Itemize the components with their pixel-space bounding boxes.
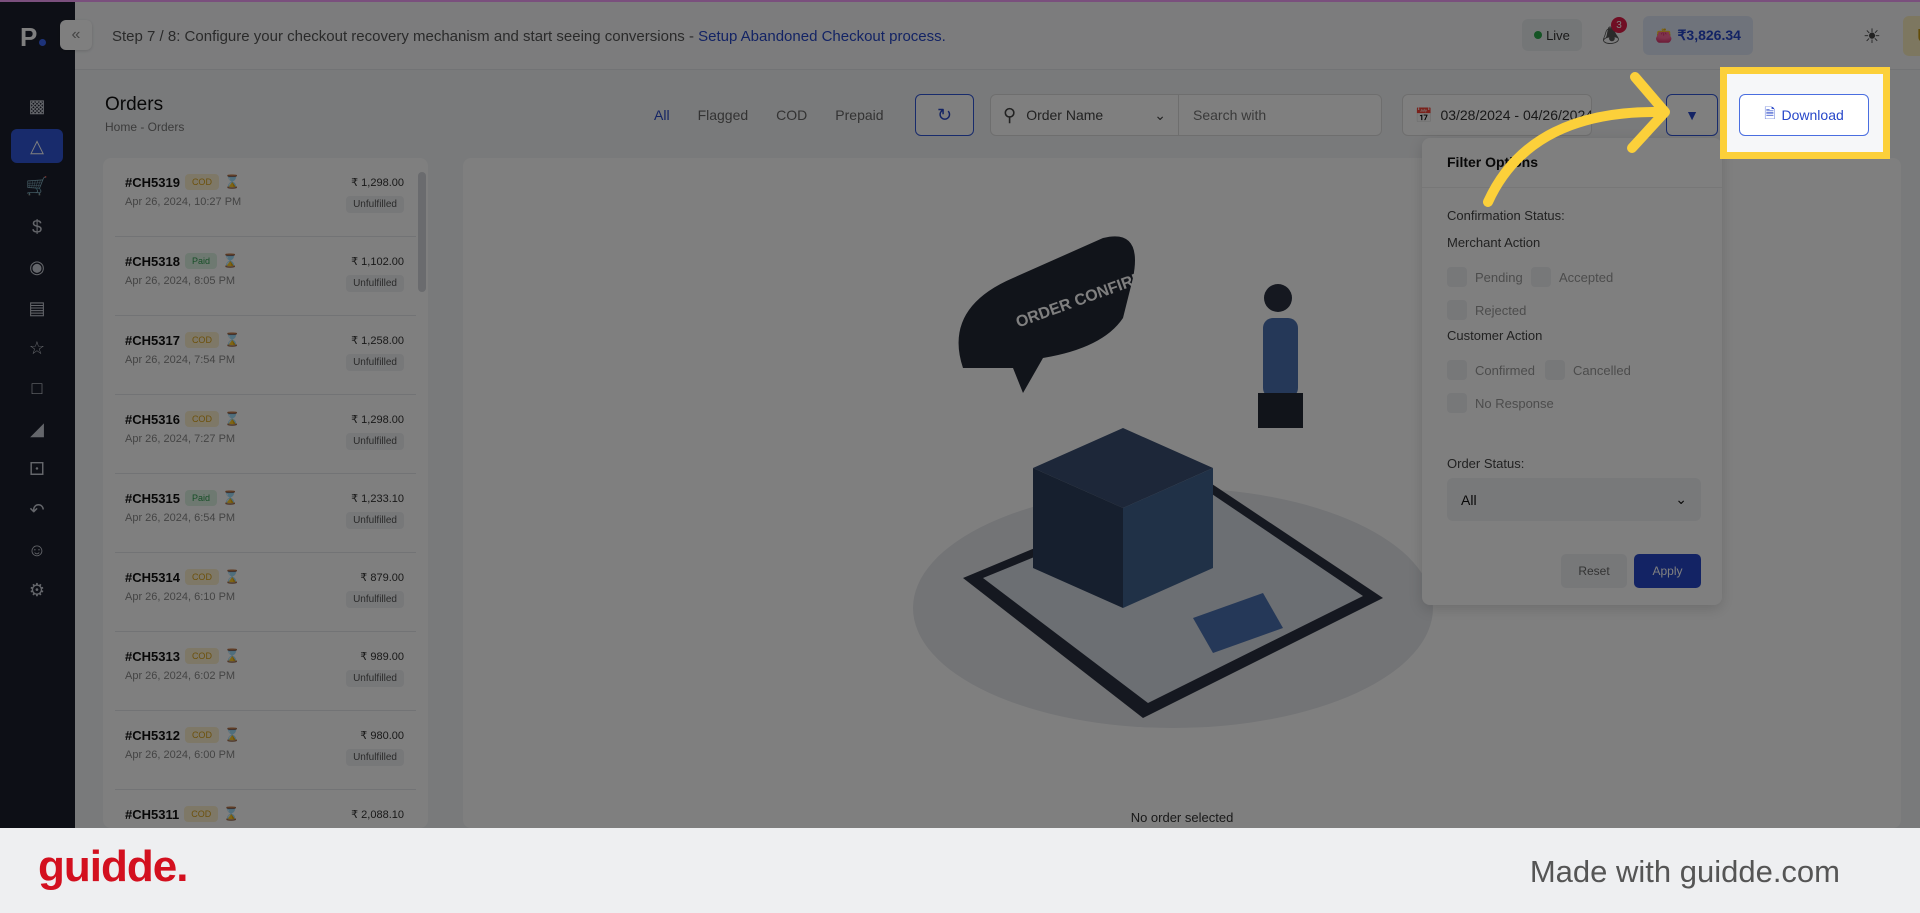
footer: guidde. Made with guidde.com [0,828,1920,913]
pointer-arrow [1483,72,1670,207]
made-with-text: Made with guidde.com [1529,854,1840,889]
guidde-logo: guidde. [38,842,188,891]
